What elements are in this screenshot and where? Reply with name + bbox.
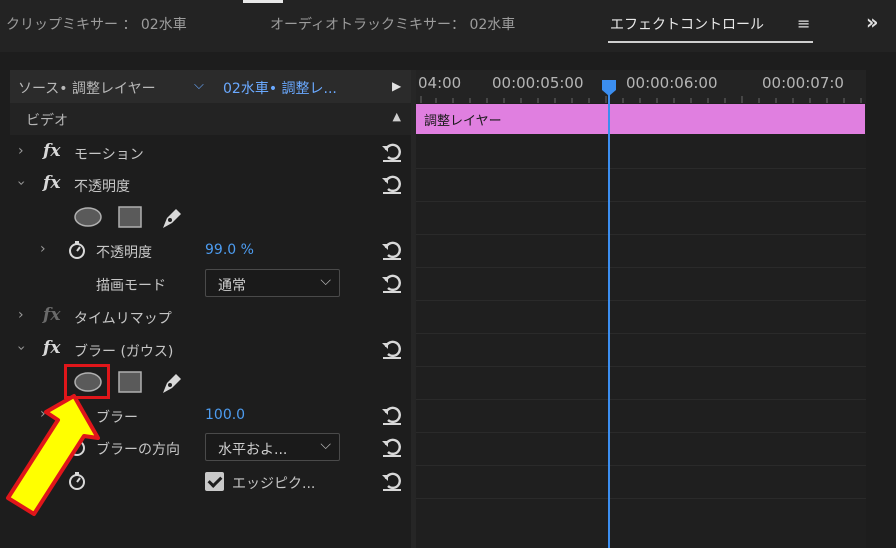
- track-separator: [416, 465, 866, 466]
- track-separator: [416, 498, 866, 499]
- pen-mask-icon[interactable]: [158, 369, 186, 397]
- param-label-blurriness: ブラー: [96, 410, 138, 426]
- sequence-clip-label[interactable]: 02水車• 調整レ...: [223, 78, 337, 98]
- effect-name-gaussian-blur: ブラー (ガウス): [74, 344, 174, 360]
- chevron-right-icon[interactable]: ›: [18, 307, 24, 323]
- chevron-right-icon[interactable]: ›: [18, 143, 24, 159]
- reset-icon[interactable]: [380, 172, 404, 196]
- clip-header: ソース• 調整レイヤー ⌵ 02水車• 調整レ... ▶: [10, 70, 411, 103]
- effect-row-time-remap[interactable]: › fx タイムリマップ: [10, 301, 411, 333]
- reset-icon[interactable]: [380, 403, 404, 427]
- param-label-blur-direction: ブラーの方向: [96, 442, 180, 458]
- source-clip-label[interactable]: ソース• 調整レイヤー: [18, 78, 156, 98]
- reset-icon[interactable]: [380, 238, 404, 262]
- track-separator: [416, 201, 866, 202]
- effect-row-opacity[interactable]: › fx 不透明度: [10, 169, 411, 201]
- reset-icon[interactable]: [380, 271, 404, 295]
- timecode-label: 00:00:05:00: [492, 74, 584, 92]
- pointer-arrow-icon: [6, 394, 100, 516]
- chevron-down-icon[interactable]: ›: [13, 180, 29, 186]
- tab-effect-controls[interactable]: エフェクトコントロール: [610, 14, 764, 34]
- pen-mask-icon[interactable]: [158, 204, 186, 232]
- effect-name-time-remap: タイムリマップ: [74, 311, 172, 327]
- active-tab-underline: [608, 41, 813, 43]
- track-separator: [416, 432, 866, 433]
- param-label-opacity: 不透明度: [96, 245, 152, 261]
- rectangle-mask-icon[interactable]: [116, 204, 144, 230]
- param-label-blend-mode: 描画モード: [96, 278, 166, 294]
- playhead-line[interactable]: [608, 82, 610, 548]
- collapse-triangle-icon[interactable]: ▲: [393, 110, 401, 123]
- timecode-label: 00:00:07:0: [762, 74, 844, 92]
- track-separator: [416, 300, 866, 301]
- param-row-blend-mode: 描画モード 通常 ⌵: [10, 268, 411, 300]
- video-section-label: ビデオ: [26, 113, 68, 129]
- chevron-down-icon[interactable]: ›: [13, 345, 29, 351]
- chevron-down-icon: ⌵: [320, 273, 331, 289]
- effect-name-opacity: 不透明度: [74, 179, 130, 195]
- blend-mode-dropdown[interactable]: 通常 ⌵: [205, 269, 340, 297]
- fx-icon[interactable]: fx: [43, 173, 60, 193]
- double-chevron-right-icon[interactable]: ››: [866, 10, 879, 34]
- panel-right-edge: [866, 70, 896, 548]
- chevron-down-icon: ⌵: [320, 437, 331, 453]
- effect-name-motion: モーション: [74, 147, 144, 163]
- chevron-down-icon[interactable]: ⌵: [194, 78, 204, 93]
- track-separator: [416, 234, 866, 235]
- adjustment-layer-clip[interactable]: 調整レイヤー: [416, 104, 865, 134]
- track-separator: [416, 168, 866, 169]
- ellipse-mask-icon[interactable]: [72, 204, 104, 230]
- play-icon[interactable]: ▶: [392, 79, 401, 93]
- blur-direction-value: 水平およ...: [218, 442, 288, 458]
- tab-clip-mixer[interactable]: クリップミキサー ： 02水車: [6, 14, 187, 34]
- param-row-opacity: › 不透明度 99.0 %: [10, 235, 411, 267]
- fx-icon: fx: [43, 305, 61, 325]
- track-separator: [416, 399, 866, 400]
- mini-timeline[interactable]: 04:00 00:00:05:00 00:00:06:00 00:00:07:0…: [416, 70, 866, 548]
- reset-icon[interactable]: [380, 469, 404, 493]
- blur-direction-dropdown[interactable]: 水平およ... ⌵: [205, 433, 340, 461]
- fx-icon[interactable]: fx: [43, 338, 60, 358]
- fx-icon[interactable]: fx: [43, 141, 60, 161]
- tab-audio-track-mixer[interactable]: オーディオトラックミキサー： 02水車: [270, 14, 515, 34]
- reset-icon[interactable]: [380, 140, 404, 164]
- repeat-edge-pixels-label: エッジピク...: [232, 476, 316, 492]
- stopwatch-icon[interactable]: [68, 241, 86, 259]
- timecode-label: 00:00:06:00: [626, 74, 718, 92]
- track-separator: [416, 267, 866, 268]
- effect-row-motion[interactable]: › fx モーション: [10, 137, 411, 169]
- param-value-opacity[interactable]: 99.0 %: [205, 242, 254, 258]
- chevron-right-icon[interactable]: ›: [40, 241, 46, 257]
- repeat-edge-pixels-checkbox[interactable]: [205, 472, 224, 491]
- clip-label: 調整レイヤー: [424, 114, 502, 129]
- reset-icon[interactable]: [380, 337, 404, 361]
- track-separator: [416, 333, 866, 334]
- panel-tab-bar: クリップミキサー ： 02水車 オーディオトラックミキサー： 02水車 エフェク…: [0, 0, 896, 52]
- rectangle-mask-icon[interactable]: [116, 369, 144, 395]
- blend-mode-value: 通常: [218, 278, 246, 294]
- timecode-label: 04:00: [418, 74, 462, 92]
- video-section-header: ビデオ ▲: [10, 103, 411, 135]
- track-separator: [416, 366, 866, 367]
- ruler-ticks: [420, 96, 862, 103]
- param-value-blurriness[interactable]: 100.0: [205, 407, 245, 423]
- playhead-handle-icon[interactable]: [602, 80, 616, 96]
- effect-row-gaussian-blur[interactable]: › fx ブラー (ガウス): [10, 334, 411, 366]
- tab-bar-indicator: [243, 0, 283, 3]
- hamburger-icon[interactable]: ≡: [797, 14, 810, 33]
- reset-icon[interactable]: [380, 435, 404, 459]
- time-ruler[interactable]: 04:00 00:00:05:00 00:00:06:00 00:00:07:0: [416, 70, 866, 103]
- opacity-mask-tools: [10, 200, 411, 234]
